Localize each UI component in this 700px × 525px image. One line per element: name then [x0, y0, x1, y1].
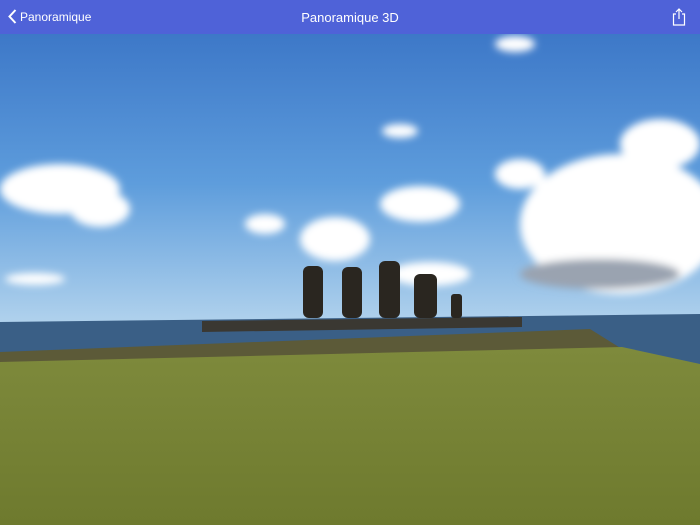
page-title: Panoramique 3D — [0, 10, 700, 25]
panorama-viewer[interactable] — [0, 34, 700, 525]
share-button[interactable] — [672, 8, 686, 31]
navigation-bar: Panoramique Panoramique 3D — [0, 0, 700, 34]
share-icon — [672, 8, 686, 26]
grass-field — [0, 347, 700, 525]
